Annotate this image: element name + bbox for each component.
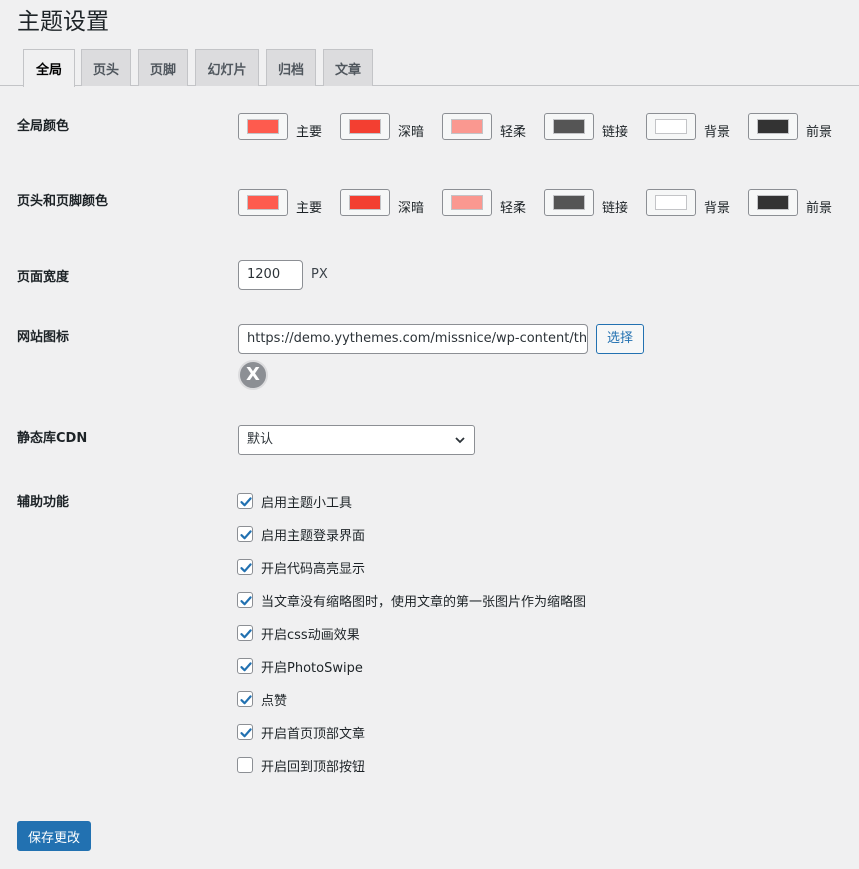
checkbox-label: 开启PhotoSwipe bbox=[261, 660, 363, 676]
feature-code-highlight[interactable]: 开启代码高亮显示 bbox=[237, 558, 366, 577]
cdn-select[interactable]: 默认 bbox=[238, 425, 475, 455]
color-fill-foreground bbox=[757, 119, 789, 134]
checkbox[interactable] bbox=[237, 658, 253, 674]
feature-login-ui[interactable]: 启用主题登录界面 bbox=[237, 525, 366, 544]
checkbox-label: 启用主题小工具 bbox=[261, 495, 353, 511]
hf-color-fill-link bbox=[553, 195, 585, 210]
checkbox[interactable] bbox=[237, 493, 253, 509]
color-label-foreground: 前景 bbox=[806, 125, 833, 140]
color-label-link: 链接 bbox=[602, 125, 629, 140]
hf-color-fill-primary bbox=[247, 195, 279, 210]
feature-photoswipe[interactable]: 开启PhotoSwipe bbox=[237, 657, 363, 676]
color-label-background: 背景 bbox=[704, 125, 731, 140]
color-picker-primary[interactable] bbox=[238, 113, 288, 140]
checkbox[interactable] bbox=[237, 757, 253, 773]
color-fill-link bbox=[553, 119, 585, 134]
tab-global[interactable]: 全局 bbox=[23, 49, 75, 87]
hf-color-label-primary: 主要 bbox=[296, 201, 323, 216]
page-width-unit: PX bbox=[311, 267, 328, 282]
hf-color-picker-foreground[interactable] bbox=[748, 189, 798, 216]
hf-color-picker-soft[interactable] bbox=[442, 189, 492, 216]
hf-color-label-soft: 轻柔 bbox=[500, 201, 527, 216]
color-fill-background bbox=[655, 119, 687, 134]
checkmark-icon bbox=[240, 497, 252, 507]
tab-post[interactable]: 文章 bbox=[323, 49, 373, 86]
remove-icon[interactable]: X bbox=[238, 360, 268, 390]
checkmark-icon bbox=[240, 662, 252, 672]
header-footer-colors-label: 页头和页脚颜色 bbox=[17, 194, 109, 209]
hf-color-picker-background[interactable] bbox=[646, 189, 696, 216]
tab-archive[interactable]: 归档 bbox=[266, 49, 316, 86]
hf-color-label-dark: 深暗 bbox=[398, 201, 425, 216]
cdn-label: 静态库CDN bbox=[17, 431, 88, 446]
hf-color-picker-link[interactable] bbox=[544, 189, 594, 216]
feature-theme-widgets[interactable]: 启用主题小工具 bbox=[237, 492, 353, 511]
color-picker-soft[interactable] bbox=[442, 113, 492, 140]
remove-icon-glyph: X bbox=[246, 364, 260, 385]
tab-header[interactable]: 页头 bbox=[81, 49, 131, 86]
checkbox[interactable] bbox=[237, 559, 253, 575]
page-width-label: 页面宽度 bbox=[17, 270, 70, 285]
checkbox[interactable] bbox=[237, 724, 253, 740]
hf-color-label-link: 链接 bbox=[602, 201, 629, 216]
checkmark-icon bbox=[240, 563, 252, 573]
checkbox-label: 启用主题登录界面 bbox=[261, 528, 366, 544]
chevron-down-icon bbox=[455, 437, 465, 444]
hf-color-label-background: 背景 bbox=[704, 201, 731, 216]
checkbox[interactable] bbox=[237, 691, 253, 707]
color-label-primary: 主要 bbox=[296, 125, 323, 140]
checkbox-label: 开启css动画效果 bbox=[261, 627, 360, 643]
color-picker-dark[interactable] bbox=[340, 113, 390, 140]
page-title: 主题设置 bbox=[17, 9, 109, 35]
color-fill-soft bbox=[451, 119, 483, 134]
feature-like[interactable]: 点赞 bbox=[237, 690, 288, 709]
checkbox[interactable] bbox=[237, 592, 253, 608]
color-fill-primary bbox=[247, 119, 279, 134]
color-label-dark: 深暗 bbox=[398, 125, 425, 140]
checkmark-icon bbox=[240, 629, 252, 639]
checkbox-label: 开启回到顶部按钮 bbox=[261, 759, 366, 775]
checkbox-label: 开启代码高亮显示 bbox=[261, 561, 366, 577]
global-colors-label: 全局颜色 bbox=[17, 119, 70, 134]
checkbox[interactable] bbox=[237, 526, 253, 542]
checkmark-icon bbox=[240, 695, 252, 705]
site-icon-label: 网站图标 bbox=[17, 330, 70, 345]
feature-first-image-thumbnail[interactable]: 当文章没有缩略图时，使用文章的第一张图片作为缩略图 bbox=[237, 591, 587, 610]
hf-color-fill-dark bbox=[349, 195, 381, 210]
hf-color-picker-dark[interactable] bbox=[340, 189, 390, 216]
cdn-selected-value: 默认 bbox=[247, 432, 274, 447]
checkbox-label: 点赞 bbox=[261, 693, 288, 709]
color-fill-dark bbox=[349, 119, 381, 134]
checkbox-label: 开启首页顶部文章 bbox=[261, 726, 366, 742]
site-icon-select-button[interactable]: 选择 bbox=[596, 324, 645, 354]
feature-back-to-top[interactable]: 开启回到顶部按钮 bbox=[237, 756, 366, 775]
checkmark-icon bbox=[240, 728, 252, 738]
color-picker-link[interactable] bbox=[544, 113, 594, 140]
hf-color-label-foreground: 前景 bbox=[806, 201, 833, 216]
save-button[interactable]: 保存更改 bbox=[17, 821, 91, 851]
color-picker-background[interactable] bbox=[646, 113, 696, 140]
page-width-input[interactable]: 1200 bbox=[238, 260, 303, 290]
feature-css-animation[interactable]: 开启css动画效果 bbox=[237, 624, 360, 643]
hf-color-fill-foreground bbox=[757, 195, 789, 210]
checkbox[interactable] bbox=[237, 625, 253, 641]
tab-bar: 全局 页头 页脚 幻灯片 归档 文章 bbox=[0, 49, 859, 87]
color-label-soft: 轻柔 bbox=[500, 125, 527, 140]
color-picker-foreground[interactable] bbox=[748, 113, 798, 140]
checkmark-icon bbox=[240, 596, 252, 606]
hf-color-fill-soft bbox=[451, 195, 483, 210]
tab-slider[interactable]: 幻灯片 bbox=[195, 49, 259, 86]
features-label: 辅助功能 bbox=[17, 495, 70, 510]
hf-color-picker-primary[interactable] bbox=[238, 189, 288, 216]
checkbox-label: 当文章没有缩略图时，使用文章的第一张图片作为缩略图 bbox=[261, 594, 587, 610]
site-icon-url-input[interactable]: https://demo.yythemes.com/missnice/wp-co… bbox=[238, 324, 588, 354]
checkmark-icon bbox=[240, 530, 252, 540]
hf-color-fill-background bbox=[655, 195, 687, 210]
tab-footer[interactable]: 页脚 bbox=[138, 49, 188, 86]
feature-home-top-posts[interactable]: 开启首页顶部文章 bbox=[237, 723, 366, 742]
